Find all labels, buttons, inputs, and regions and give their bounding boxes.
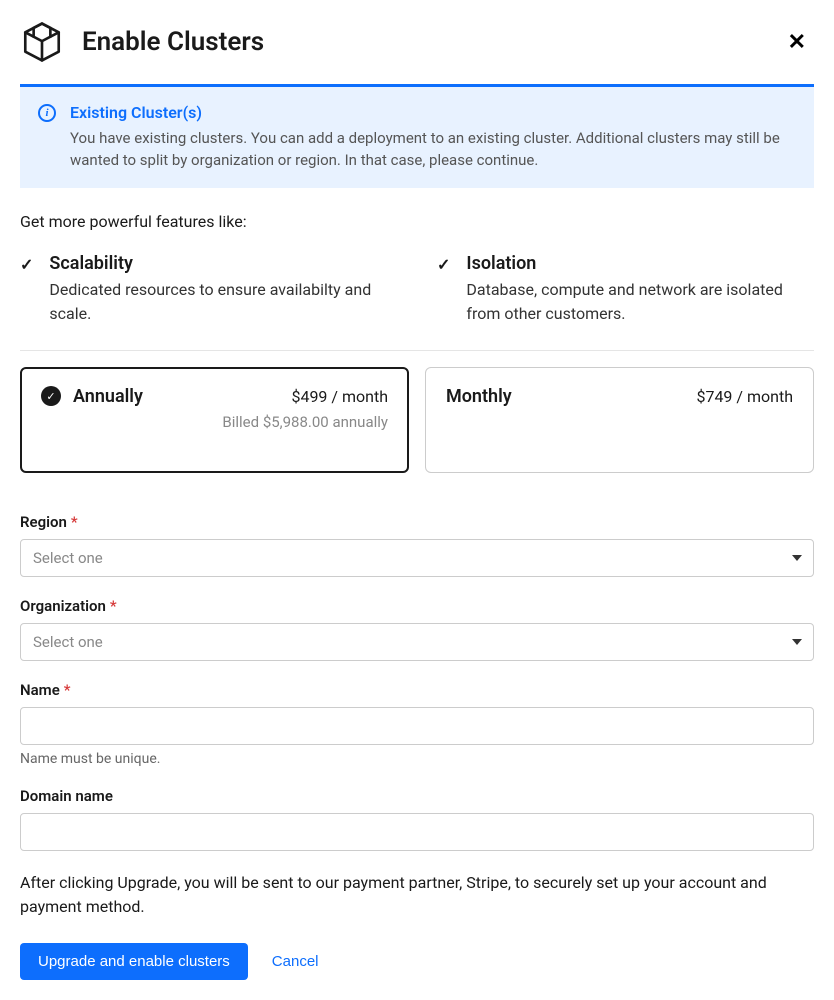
label-text: Name: [20, 681, 60, 699]
label-text: Region: [20, 513, 67, 531]
region-label: Region*: [20, 513, 814, 531]
required-indicator: *: [110, 597, 117, 615]
feature-list: ✓ Scalability Dedicated resources to ens…: [20, 253, 814, 326]
dialog-header: Enable Clusters ✕: [20, 20, 814, 64]
billing-plans: ✓ Annually $499 / month Billed $5,988.00…: [20, 367, 814, 473]
name-input[interactable]: [20, 707, 814, 745]
radio-selected-icon: ✓: [41, 386, 61, 406]
required-indicator: *: [64, 681, 71, 699]
feature-title: Isolation: [466, 253, 814, 274]
intro-text: Get more powerful features like:: [20, 212, 814, 231]
domain-label: Domain name: [20, 787, 814, 805]
info-icon: i: [38, 104, 56, 122]
plan-name: Monthly: [446, 386, 512, 407]
region-select[interactable]: Select one: [20, 539, 814, 577]
organization-select[interactable]: Select one: [20, 623, 814, 661]
dialog-actions: Upgrade and enable clusters Cancel: [20, 943, 814, 980]
plan-subtext: Billed $5,988.00 annually: [41, 413, 388, 431]
name-help-text: Name must be unique.: [20, 751, 814, 767]
feature-title: Scalability: [49, 253, 397, 274]
feature-desc: Database, compute and network are isolat…: [466, 278, 814, 326]
check-icon: ✓: [20, 255, 33, 326]
header-left: Enable Clusters: [20, 20, 264, 64]
domain-input[interactable]: [20, 813, 814, 851]
cancel-button[interactable]: Cancel: [272, 953, 319, 970]
info-banner-title: Existing Cluster(s): [70, 103, 796, 122]
name-label: Name*: [20, 681, 814, 699]
plan-monthly[interactable]: Monthly $749 / month: [425, 367, 814, 473]
plan-price: $499 / month: [291, 387, 388, 406]
plan-price: $749 / month: [696, 387, 793, 406]
info-banner: i Existing Cluster(s) You have existing …: [20, 84, 814, 188]
close-button[interactable]: ✕: [780, 27, 814, 57]
logo-icon: [20, 20, 64, 64]
label-text: Organization: [20, 597, 106, 615]
field-domain: Domain name: [20, 787, 814, 851]
feature-desc: Dedicated resources to ensure availabilt…: [49, 278, 397, 326]
field-region: Region* Select one: [20, 513, 814, 577]
divider: [20, 350, 814, 351]
plan-name: Annually: [73, 386, 143, 407]
field-organization: Organization* Select one: [20, 597, 814, 661]
info-content: Existing Cluster(s) You have existing cl…: [70, 103, 796, 172]
organization-label: Organization*: [20, 597, 814, 615]
required-indicator: *: [71, 513, 78, 531]
close-icon: ✕: [788, 29, 806, 54]
dialog-title: Enable Clusters: [82, 27, 264, 57]
payment-note: After clicking Upgrade, you will be sent…: [20, 871, 814, 919]
field-name: Name* Name must be unique.: [20, 681, 814, 767]
feature-isolation: ✓ Isolation Database, compute and networ…: [437, 253, 814, 326]
upgrade-button[interactable]: Upgrade and enable clusters: [20, 943, 248, 980]
info-banner-text: You have existing clusters. You can add …: [70, 128, 796, 172]
feature-scalability: ✓ Scalability Dedicated resources to ens…: [20, 253, 397, 326]
plan-annually[interactable]: ✓ Annually $499 / month Billed $5,988.00…: [20, 367, 409, 473]
check-icon: ✓: [437, 255, 450, 326]
